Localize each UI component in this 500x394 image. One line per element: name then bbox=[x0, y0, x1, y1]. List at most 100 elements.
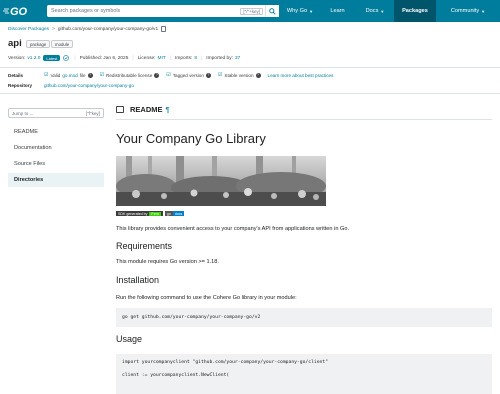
installation-text: Run the following command to use the Coh… bbox=[116, 295, 297, 301]
copy-icon[interactable] bbox=[161, 26, 167, 32]
badge-right: docs bbox=[172, 211, 185, 216]
check-valid-gomod: ☑ Valid go.mod file ? bbox=[44, 72, 93, 78]
breadcrumb-separator: > bbox=[52, 26, 55, 32]
chevron-down-icon: ▼ bbox=[309, 8, 314, 14]
details-row: Details ☑ Valid go.mod file ? ☑ Redistri… bbox=[8, 72, 333, 78]
usage-code-block[interactable]: import yourcompanyclient "github.com/you… bbox=[116, 354, 492, 394]
code-line: go get github.com/your-company/your-comp… bbox=[122, 315, 261, 320]
nav-community[interactable]: Community ▼ bbox=[436, 0, 500, 22]
check-icon: ☑ bbox=[217, 72, 223, 78]
help-icon[interactable]: ? bbox=[87, 72, 93, 78]
latest-badge: Latest bbox=[43, 55, 61, 61]
svg-text:GO: GO bbox=[10, 6, 28, 17]
requirements-text: This module requires Go version >= 1.18. bbox=[116, 259, 219, 265]
sidebar-item-directories[interactable]: Directories bbox=[8, 173, 104, 187]
readme-header: README ¶ bbox=[116, 102, 492, 116]
jump-shortcut-hint: ["f"key] bbox=[85, 110, 100, 116]
check-icon: ☑ bbox=[166, 72, 171, 78]
imports-label: Imports: bbox=[175, 55, 193, 61]
divider: | bbox=[169, 55, 172, 61]
readme-icon bbox=[116, 105, 124, 113]
badge-left: SDK generated by bbox=[118, 211, 148, 216]
banner-image bbox=[116, 156, 326, 206]
jump-to-input[interactable]: Jump to ... ["f"key] bbox=[8, 108, 104, 118]
nav-label: Packages bbox=[402, 8, 428, 14]
go-docs-badge[interactable]: go docs bbox=[164, 211, 185, 216]
version-link[interactable]: v1.2.0 bbox=[27, 56, 40, 61]
nav-label: Why Go bbox=[286, 8, 308, 14]
search-input[interactable]: Search packages or symbols bbox=[47, 8, 240, 14]
package-chip: package bbox=[26, 40, 51, 48]
nav-learn[interactable]: Learn bbox=[319, 0, 356, 22]
sidebar-item-label: Documentation bbox=[14, 145, 52, 151]
code-line: client := yourcompanyclient.NewClient( bbox=[122, 373, 230, 378]
version-label: Version: bbox=[8, 55, 26, 61]
badge-left: go bbox=[164, 211, 173, 216]
nav-label: Community bbox=[450, 8, 480, 14]
sidebar-item-label: README bbox=[14, 129, 38, 135]
repository-link[interactable]: github.com/your-company/your-company-go bbox=[44, 83, 134, 88]
top-nav: GO Search packages or symbols ["/"+key] … bbox=[0, 0, 500, 22]
check-text: Redistributable license bbox=[106, 72, 153, 78]
readme-content: README ¶ Your Company Go Library SDK gen… bbox=[116, 102, 492, 394]
repository-label: Repository bbox=[8, 83, 32, 88]
usage-heading: Usage bbox=[116, 334, 143, 344]
sidebar-item-label: Source Files bbox=[14, 161, 46, 167]
nav-why-go[interactable]: Why Go ▼ bbox=[281, 0, 319, 22]
check-text: file bbox=[79, 72, 86, 78]
nav-packages[interactable]: Packages bbox=[394, 0, 436, 22]
breadcrumb: Discover Packages > github.com/your-comp… bbox=[8, 26, 167, 32]
nav-label: Learn bbox=[330, 8, 345, 14]
page-title: api bbox=[8, 38, 22, 49]
search-icon[interactable] bbox=[265, 5, 279, 17]
divider: | bbox=[74, 55, 76, 61]
package-header: Discover Packages > github.com/your-comp… bbox=[0, 22, 500, 68]
nav-label: Docs bbox=[365, 8, 379, 14]
installation-heading: Installation bbox=[116, 275, 160, 285]
divider: | bbox=[201, 55, 203, 61]
divider: | bbox=[132, 55, 134, 61]
search-shortcut-hint: ["/"+key] bbox=[240, 7, 263, 15]
check-text: Stable version bbox=[224, 72, 254, 78]
check-stable: ☑ Stable version ? bbox=[218, 72, 261, 78]
help-icon[interactable]: ? bbox=[205, 72, 211, 78]
anchor-link[interactable]: ¶ bbox=[166, 105, 170, 114]
package-meta: Version: v1.2.0 Latest | Published: Jan … bbox=[8, 54, 240, 62]
breadcrumb-root[interactable]: Discover Packages bbox=[8, 27, 49, 32]
check-text: Tagged version bbox=[172, 72, 204, 78]
check-tagged: ☑ Tagged version ? bbox=[166, 72, 211, 78]
install-code-block[interactable]: go get github.com/your-company/your-comp… bbox=[116, 308, 492, 327]
check-circle-icon bbox=[62, 54, 70, 62]
chevron-down-icon: ▼ bbox=[380, 8, 385, 14]
readme-heading: Your Company Go Library bbox=[116, 131, 266, 146]
search-bar[interactable]: Search packages or symbols ["/"+key] bbox=[47, 5, 279, 17]
module-chip: module bbox=[51, 40, 74, 48]
check-license: ☑ Redistributable license ? bbox=[100, 72, 160, 78]
published-date: Published: Jan 6, 2025 bbox=[79, 55, 129, 61]
main-nav: Why Go ▼ Learn Docs ▼ Packages Community ▼ bbox=[281, 0, 500, 22]
sidebar-item-readme[interactable]: README bbox=[8, 125, 104, 139]
imports-link[interactable]: 8 bbox=[194, 56, 197, 61]
jump-placeholder: Jump to ... bbox=[12, 110, 34, 116]
gomod-link[interactable]: go.mod bbox=[62, 73, 77, 78]
details-label: Details bbox=[8, 72, 24, 78]
sidebar-item-label: Directories bbox=[14, 177, 44, 183]
sidebar-item-documentation[interactable]: Documentation bbox=[8, 141, 104, 155]
help-icon[interactable]: ? bbox=[154, 72, 160, 78]
breadcrumb-current: github.com/your-company/your-company-go/… bbox=[57, 26, 159, 32]
fern-badge[interactable]: SDK generated by Fern bbox=[116, 211, 163, 216]
check-icon: ☑ bbox=[99, 72, 105, 78]
readme-title: README bbox=[130, 104, 163, 114]
learn-more-link[interactable]: Learn more about best practices bbox=[268, 73, 334, 78]
imported-by-link[interactable]: 37 bbox=[235, 56, 240, 61]
license-label: License: bbox=[137, 55, 156, 61]
chevron-down-icon: ▼ bbox=[481, 8, 486, 14]
check-icon: ☑ bbox=[44, 72, 49, 78]
nav-docs[interactable]: Docs ▼ bbox=[356, 0, 394, 22]
badges: SDK generated by Fern go docs bbox=[116, 211, 185, 216]
license-link[interactable]: MIT bbox=[158, 56, 166, 61]
go-logo[interactable]: GO bbox=[0, 0, 36, 22]
help-icon[interactable]: ? bbox=[255, 72, 261, 78]
requirements-heading: Requirements bbox=[116, 241, 173, 251]
sidebar-item-source-files[interactable]: Source Files bbox=[8, 157, 104, 171]
